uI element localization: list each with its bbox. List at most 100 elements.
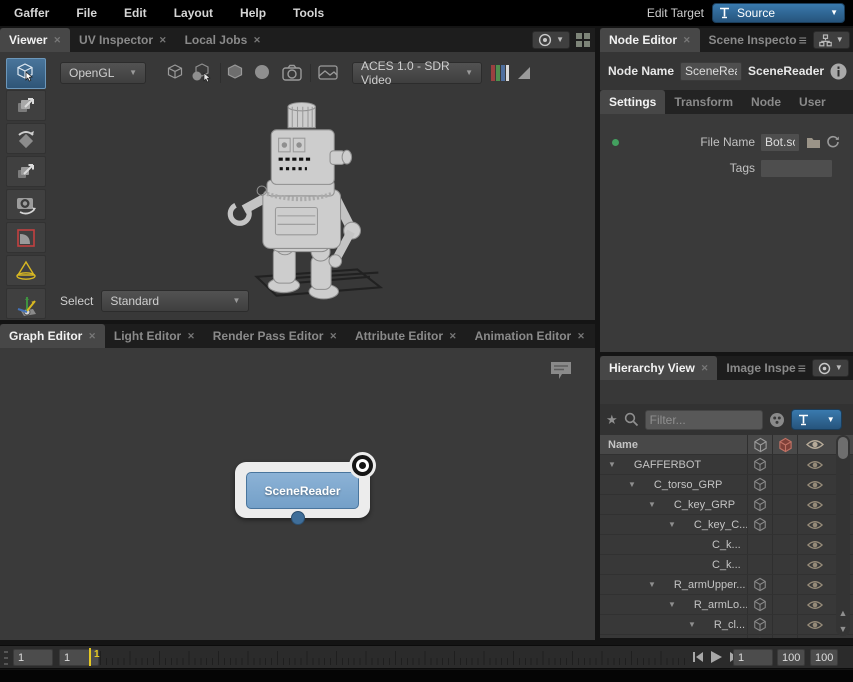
refresh-icon[interactable] bbox=[826, 135, 840, 149]
visibility-cell[interactable] bbox=[797, 575, 832, 594]
tab-render-pass-editor[interactable]: Render Pass Editor ✕ bbox=[204, 324, 346, 348]
render-cell[interactable] bbox=[772, 495, 797, 514]
close-icon[interactable]: ✕ bbox=[683, 35, 691, 46]
renderer-dropdown[interactable]: OpenGL ▼ bbox=[60, 62, 146, 84]
tab-overflow-menu-icon[interactable]: ≡ bbox=[799, 33, 807, 47]
display-transform-dropdown[interactable]: ACES 1.0 - SDR Video ▼ bbox=[352, 62, 482, 84]
edit-target-dropdown[interactable]: Source ▼ bbox=[712, 3, 845, 23]
render-cell[interactable] bbox=[772, 535, 797, 554]
file-name-input[interactable] bbox=[760, 133, 800, 152]
subtab-node[interactable]: Node bbox=[742, 90, 790, 114]
expansion-cell[interactable] bbox=[747, 475, 772, 494]
expansion-column-header[interactable] bbox=[747, 435, 772, 454]
visibility-cell[interactable] bbox=[797, 495, 832, 514]
expander-icon[interactable]: ▼ bbox=[608, 460, 616, 469]
render-visibility-column-header[interactable] bbox=[772, 435, 797, 454]
layout-grid-icon[interactable] bbox=[576, 33, 590, 47]
tab-uv-inspector[interactable]: UV Inspector ✕ bbox=[70, 28, 176, 52]
skip-to-start-button[interactable] bbox=[692, 651, 704, 663]
shading-mode-button[interactable] bbox=[220, 63, 248, 83]
close-icon[interactable]: ✕ bbox=[88, 331, 96, 342]
timeline-end-field[interactable] bbox=[777, 649, 805, 666]
close-icon[interactable]: ✕ bbox=[449, 331, 457, 342]
expander-icon[interactable]: ▼ bbox=[688, 620, 696, 629]
hierarchy-row[interactable]: C_k... bbox=[600, 555, 853, 575]
editor-focus-menu-button[interactable]: ▼ bbox=[532, 31, 570, 49]
expander-icon[interactable]: ▼ bbox=[648, 580, 656, 589]
annotation-bubble-icon[interactable] bbox=[549, 360, 573, 382]
tab-image-inspector[interactable]: Image Inspe bbox=[717, 356, 797, 380]
visibility-cell[interactable] bbox=[797, 475, 832, 494]
image-view-options-button[interactable] bbox=[310, 64, 344, 82]
timeline-current-frame-field[interactable] bbox=[59, 649, 99, 666]
tab-animation-editor[interactable]: Animation Editor ✕ bbox=[466, 324, 594, 348]
channels-rgb-icon[interactable] bbox=[490, 64, 510, 82]
visibility-column-header[interactable] bbox=[797, 435, 832, 454]
tab-node-editor[interactable]: Node Editor ✕ bbox=[600, 28, 700, 52]
tab-graph-editor[interactable]: Graph Editor ✕ bbox=[0, 324, 105, 348]
visibility-cell[interactable] bbox=[797, 535, 832, 554]
expansion-cell[interactable] bbox=[747, 515, 772, 534]
render-cell[interactable] bbox=[772, 555, 797, 574]
close-icon[interactable]: ✕ bbox=[187, 331, 195, 342]
expansion-cell[interactable] bbox=[747, 455, 772, 474]
tab-hierarchy-view[interactable]: Hierarchy View ✕ bbox=[600, 356, 717, 380]
node-name-input[interactable] bbox=[680, 62, 742, 81]
info-icon[interactable] bbox=[830, 63, 847, 80]
subtab-user[interactable]: User bbox=[790, 90, 835, 114]
scale-tool-button[interactable] bbox=[6, 156, 46, 187]
tab-scene-inspector[interactable]: Scene Inspecto bbox=[700, 28, 799, 52]
visibility-cell[interactable] bbox=[797, 635, 832, 638]
tab-viewer[interactable]: Viewer ✕ bbox=[0, 28, 70, 52]
scroll-down-arrow[interactable]: ▼ bbox=[836, 622, 850, 636]
expander-icon[interactable]: ▼ bbox=[668, 520, 676, 529]
render-cell[interactable] bbox=[772, 475, 797, 494]
editor-focus-menu-button[interactable]: ▼ bbox=[813, 31, 850, 49]
expansion-cell[interactable] bbox=[747, 495, 772, 514]
expander-icon[interactable]: ▼ bbox=[628, 480, 636, 489]
scroll-up-arrow[interactable]: ▲ bbox=[836, 606, 850, 620]
close-icon[interactable]: ✕ bbox=[159, 35, 167, 46]
play-button[interactable] bbox=[710, 650, 723, 664]
node-output-port[interactable] bbox=[291, 511, 305, 525]
subtab-settings[interactable]: Settings bbox=[600, 90, 665, 114]
render-cell[interactable] bbox=[772, 595, 797, 614]
close-icon[interactable]: ✕ bbox=[253, 35, 261, 46]
tab-light-editor[interactable]: Light Editor ✕ bbox=[105, 324, 204, 348]
render-cell[interactable] bbox=[772, 455, 797, 474]
select-mode-dropdown[interactable]: Standard ▼ bbox=[101, 290, 249, 312]
name-column-header[interactable]: Name bbox=[608, 439, 638, 451]
timeline-start-frame-field[interactable] bbox=[13, 649, 53, 666]
filter-input[interactable] bbox=[645, 410, 763, 430]
viewport-3d[interactable] bbox=[52, 90, 593, 286]
hierarchy-row[interactable]: ▼C_key_C... bbox=[600, 515, 853, 535]
hierarchy-row[interactable]: ▼C_torso_GRP bbox=[600, 475, 853, 495]
rotate-tool-button[interactable] bbox=[6, 123, 46, 154]
render-cell[interactable] bbox=[772, 575, 797, 594]
light-position-tool-button[interactable] bbox=[6, 288, 46, 319]
crop-window-tool-button[interactable] bbox=[6, 222, 46, 253]
expansion-cell[interactable] bbox=[747, 615, 772, 634]
scene-filter-dropdown[interactable]: ▼ bbox=[791, 409, 842, 430]
visibility-cell[interactable] bbox=[797, 555, 832, 574]
node-focus-indicator[interactable] bbox=[349, 452, 376, 479]
timeline-frame-field[interactable] bbox=[733, 649, 773, 666]
editor-focus-menu-button[interactable]: ▼ bbox=[812, 359, 849, 377]
tab-attribute-editor[interactable]: Attribute Editor ✕ bbox=[346, 324, 466, 348]
expansion-cell[interactable] bbox=[747, 635, 772, 638]
render-cell[interactable] bbox=[772, 515, 797, 534]
render-cell[interactable] bbox=[772, 635, 797, 638]
timeline-grip-handle[interactable] bbox=[4, 651, 8, 665]
bookmark-star-icon[interactable]: ★ bbox=[606, 412, 618, 428]
hierarchy-row[interactable]: C_k... bbox=[600, 535, 853, 555]
hierarchy-row[interactable]: ▼C_key_GRP bbox=[600, 495, 853, 515]
menu-edit[interactable]: Edit bbox=[124, 6, 147, 20]
hierarchy-row[interactable]: ▼ bbox=[600, 635, 853, 638]
expander-icon[interactable]: ▼ bbox=[648, 500, 656, 509]
hierarchy-row[interactable]: ▼GAFFERBOT bbox=[600, 455, 853, 475]
close-icon[interactable]: ✕ bbox=[329, 331, 337, 342]
expansion-cell[interactable] bbox=[747, 555, 772, 574]
selection-options-icon[interactable] bbox=[769, 412, 785, 428]
tab-local-jobs[interactable]: Local Jobs ✕ bbox=[176, 28, 270, 52]
subtab-transform[interactable]: Transform bbox=[665, 90, 742, 114]
